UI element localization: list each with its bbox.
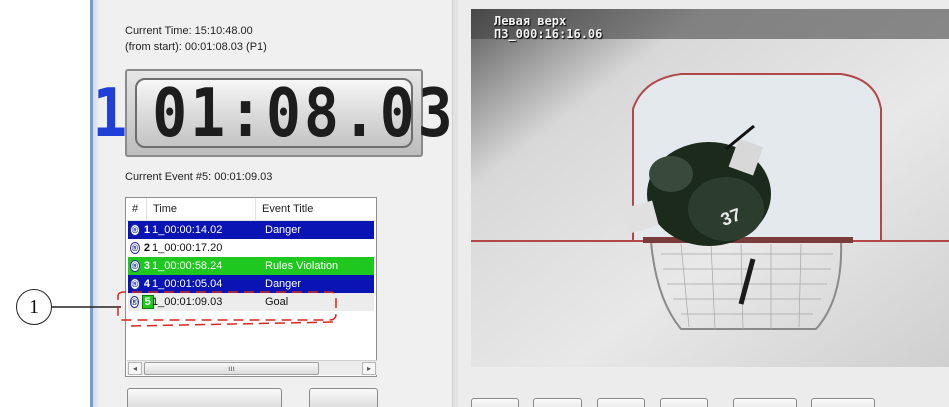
highlight-dashed-outline bbox=[117, 291, 337, 321]
video-button-1[interactable] bbox=[471, 398, 519, 407]
video-button-3[interactable] bbox=[597, 398, 645, 407]
video-button-6[interactable] bbox=[811, 398, 875, 407]
video-button-5[interactable] bbox=[733, 398, 797, 407]
video-button-4[interactable] bbox=[660, 398, 708, 407]
video-frame[interactable]: Левая верх ПЗ_000:16:16.06 37 bbox=[471, 9, 949, 367]
osd-timecode: ПЗ_000:16:16.06 bbox=[494, 27, 603, 41]
osd-camera-label: Левая верх bbox=[494, 14, 567, 28]
highlight-dashed-underline bbox=[130, 321, 337, 327]
video-button-2[interactable] bbox=[533, 398, 582, 407]
video-scene bbox=[471, 9, 949, 367]
video-area: Левая верх ПЗ_000:16:16.06 37 bbox=[458, 0, 949, 407]
goal-crossbar bbox=[643, 237, 853, 243]
